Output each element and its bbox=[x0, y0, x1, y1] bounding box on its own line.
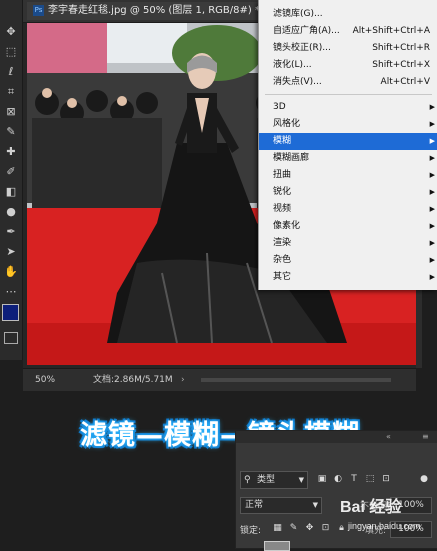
burn-icon[interactable]: ● bbox=[3, 204, 19, 220]
lock-position-icon[interactable]: ✥ bbox=[304, 523, 315, 534]
eyedropper-icon[interactable]: ✎ bbox=[3, 124, 19, 140]
chevron-down-icon: ▼ bbox=[312, 501, 318, 509]
zoom-level[interactable]: 50% bbox=[35, 369, 55, 391]
document-tab-title: 李宇春走红毯.jpg @ 50% (图层 1, RGB/8#) * bbox=[48, 5, 260, 16]
watermark-url: jingyan.baidu.com bbox=[348, 521, 421, 531]
filter-toggle-icon[interactable]: ● bbox=[418, 473, 430, 485]
layer-thumbnail[interactable] bbox=[264, 541, 290, 551]
lock-artboard-icon[interactable]: ⊡ bbox=[320, 523, 331, 534]
menu-item-render[interactable]: 渲染 ▶ bbox=[259, 235, 437, 252]
menu-item-video[interactable]: 视频 ▶ bbox=[259, 201, 437, 218]
pen-icon[interactable]: ✒ bbox=[3, 224, 19, 240]
quick-mask-icon[interactable] bbox=[4, 332, 18, 344]
image-filter-icon[interactable]: ▣ bbox=[316, 473, 328, 485]
layer-filter-select[interactable]: ⚲ 类型 ▼ bbox=[240, 471, 308, 489]
tools-panel: ✥ ⬚ ℓ ⌗ ⊠ ✎ ✚ ✐ ◧ ● ✒ ➤ ✋ ⋯ bbox=[0, 0, 23, 360]
layers-panel-header: « ≡ bbox=[236, 431, 437, 443]
menu-item-stylize[interactable]: 风格化 ▶ bbox=[259, 116, 437, 133]
menu-item-blur[interactable]: 模糊 ▶ bbox=[259, 133, 437, 150]
path-select-icon[interactable]: ➤ bbox=[3, 244, 19, 260]
blend-mode-select[interactable]: 正常 ▼ bbox=[240, 497, 322, 514]
adjustment-filter-icon[interactable]: ◐ bbox=[332, 473, 344, 485]
menu-item-distort[interactable]: 扭曲 ▶ bbox=[259, 167, 437, 184]
marquee-icon[interactable]: ⬚ bbox=[3, 44, 19, 60]
collapse-icon[interactable]: « bbox=[386, 432, 391, 441]
menu-item-noise[interactable]: 杂色 ▶ bbox=[259, 252, 437, 269]
menu-item-other[interactable]: 其它 ▶ bbox=[259, 269, 437, 286]
panel-menu-icon[interactable]: ≡ bbox=[422, 432, 429, 441]
submenu-arrow-icon: ▶ bbox=[429, 103, 435, 111]
search-icon: ⚲ bbox=[244, 475, 251, 485]
move-icon[interactable]: ✥ bbox=[3, 24, 19, 40]
document-tab[interactable]: Ps李宇春走红毯.jpg @ 50% (图层 1, RGB/8#) *× bbox=[27, 2, 281, 20]
menu-item-vanishing-point[interactable]: 消失点(V)... Alt+Ctrl+V bbox=[259, 74, 437, 91]
hand-icon[interactable]: ✋ bbox=[3, 264, 19, 280]
layer-filter-row: ⚲ 类型 ▼ ▣ ◐ T ⬚ ⊡ ● bbox=[240, 471, 436, 489]
menu-item-sharpen[interactable]: 锐化 ▶ bbox=[259, 184, 437, 201]
filter-menu: 滤镜库(G)... 自适应广角(A)... Alt+Shift+Ctrl+A 镜头… bbox=[258, 0, 437, 290]
menu-item-lens-correction[interactable]: 镜头校正(R)... Shift+Ctrl+R bbox=[259, 40, 437, 57]
document-size-info: 文档:2.86M/5.71M bbox=[93, 375, 173, 385]
eraser-icon[interactable]: ◧ bbox=[3, 184, 19, 200]
ps-file-icon: Ps bbox=[33, 4, 44, 16]
healing-brush-icon[interactable]: ✚ bbox=[3, 144, 19, 160]
type-filter-icon[interactable]: T bbox=[348, 473, 360, 485]
lock-transparent-icon[interactable]: ▦ bbox=[272, 523, 283, 534]
crop-icon[interactable]: ⌗ bbox=[3, 84, 19, 100]
chevron-down-icon: ▼ bbox=[298, 476, 304, 484]
menu-item-pixelate[interactable]: 像素化 ▶ bbox=[259, 218, 437, 235]
submenu-arrow-icon: ▶ bbox=[429, 137, 435, 145]
shape-filter-icon[interactable]: ⬚ bbox=[364, 473, 376, 485]
menu-separator bbox=[265, 94, 432, 95]
lock-image-icon[interactable]: ✎ bbox=[288, 523, 299, 534]
submenu-arrow-icon: ▶ bbox=[429, 171, 435, 179]
baidu-jingyan-watermark: Bai 经验 jingyan.baidu.com bbox=[340, 493, 436, 543]
menu-item-3d[interactable]: 3D ▶ bbox=[259, 99, 437, 116]
submenu-arrow-icon: ▶ bbox=[429, 188, 435, 196]
submenu-arrow-icon: ▶ bbox=[429, 120, 435, 128]
status-menu-arrow[interactable]: › bbox=[181, 369, 185, 391]
submenu-arrow-icon: ▶ bbox=[429, 222, 435, 230]
horizontal-scrollbar[interactable] bbox=[201, 378, 391, 382]
menu-item-blur-gallery[interactable]: 模糊画廊 ▶ bbox=[259, 150, 437, 167]
smart-object-filter-icon[interactable]: ⊡ bbox=[380, 473, 392, 485]
frame-icon[interactable]: ⊠ bbox=[3, 104, 19, 120]
menu-item-adaptive-wide-angle[interactable]: 自适应广角(A)... Alt+Shift+Ctrl+A bbox=[259, 23, 437, 40]
menu-item-liquify[interactable]: 液化(L)... Shift+Ctrl+X bbox=[259, 57, 437, 74]
lock-label: 锁定: bbox=[240, 526, 262, 536]
submenu-arrow-icon: ▶ bbox=[429, 205, 435, 213]
menu-item-filter-gallery[interactable]: 滤镜库(G)... bbox=[259, 6, 437, 23]
submenu-arrow-icon: ▶ bbox=[429, 239, 435, 247]
foreground-color-swatch[interactable] bbox=[2, 304, 19, 321]
submenu-arrow-icon: ▶ bbox=[429, 154, 435, 162]
brush-icon[interactable]: ✐ bbox=[3, 164, 19, 180]
watermark-brand: Bai 经验 bbox=[340, 499, 402, 516]
lasso-icon[interactable]: ℓ bbox=[3, 64, 19, 80]
submenu-arrow-icon: ▶ bbox=[429, 256, 435, 264]
status-bar: 50% 文档:2.86M/5.71M › bbox=[23, 368, 416, 391]
more-icon[interactable]: ⋯ bbox=[3, 284, 19, 300]
submenu-arrow-icon: ▶ bbox=[429, 273, 435, 281]
